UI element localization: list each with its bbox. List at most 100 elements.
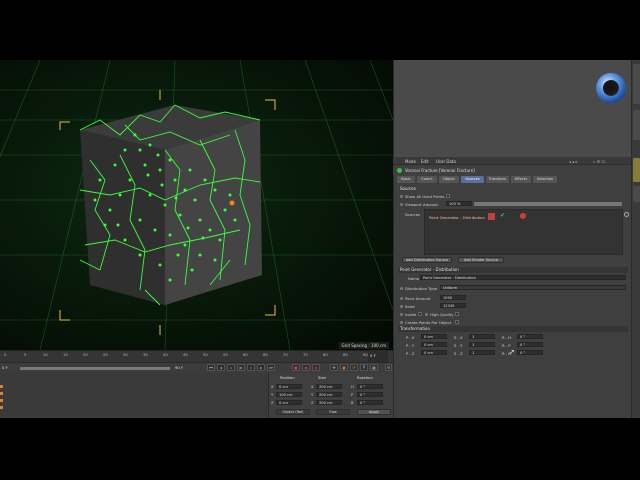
vtab-attributes[interactable] — [633, 158, 640, 182]
size-y-field[interactable]: 200 cm — [316, 392, 342, 397]
next-key-icon[interactable]: ▸ — [257, 364, 265, 371]
anim-dot[interactable] — [400, 297, 403, 300]
material-manager[interactable] — [0, 373, 268, 418]
coordinate-mode-select[interactable]: Object (Rel) — [276, 409, 310, 415]
attribute-menubar: Mode Edit User Data ◂ ▴ ▸ ⌕ ⚙ ⊡ — [393, 157, 631, 165]
show-all-used-points-checkbox[interactable] — [446, 194, 450, 198]
viewport-3d[interactable]: Grid Spacing : 100 cm — [0, 60, 393, 350]
pz-field[interactable]: 0 cm — [421, 350, 447, 355]
material-swatch[interactable] — [0, 399, 3, 402]
voronoi-fracture-icon — [397, 168, 402, 173]
tab-object[interactable]: Object — [439, 176, 459, 183]
viewport-amount-field[interactable]: 100 % — [446, 201, 472, 206]
next-frame-icon[interactable]: ▹ — [247, 364, 255, 371]
rp-field[interactable]: 0 ° — [517, 342, 543, 347]
py-field[interactable]: 0 cm — [421, 342, 447, 347]
rotate-key-icon[interactable]: ⟳ — [350, 364, 358, 371]
anim-dot[interactable] — [400, 305, 403, 308]
pos-x-field[interactable]: 0 cm — [276, 384, 302, 389]
timeline-ruler[interactable]: 0 5 10 15 20 25 30 35 40 45 50 55 60 65 … — [0, 350, 393, 362]
position-header: Position — [280, 375, 295, 380]
source-item-label[interactable]: Point Generator - Distribution — [429, 215, 485, 220]
seed-field[interactable]: 12345 — [440, 303, 466, 308]
vtab-layers[interactable] — [633, 186, 640, 202]
play-icon[interactable]: ▶ — [237, 364, 245, 371]
rotation-header: Rotation — [357, 375, 373, 380]
create-points-checkbox[interactable] — [455, 320, 459, 324]
vtab-content-browser[interactable] — [633, 110, 640, 140]
tab-transform[interactable]: Transform — [486, 176, 509, 183]
prev-frame-icon[interactable]: ◃ — [227, 364, 235, 371]
anim-dot[interactable] — [400, 321, 403, 324]
tick-label: 30 — [123, 352, 128, 357]
nav-arrows-icon[interactable]: ◂ ▴ ▸ — [569, 159, 578, 164]
size-y-label: Y — [311, 393, 314, 397]
rh-field[interactable]: 0 ° — [517, 334, 543, 339]
tab-selection[interactable]: Selection — [533, 176, 557, 183]
menu-mode[interactable]: Mode — [405, 159, 416, 164]
size-z-field[interactable]: 200 cm — [316, 400, 342, 405]
material-swatch[interactable] — [0, 406, 3, 409]
param-key-icon[interactable]: P — [360, 364, 368, 371]
tick-label: 40 — [163, 352, 168, 357]
anim-dot[interactable] — [400, 203, 403, 206]
frame-range-slider[interactable] — [20, 367, 170, 370]
viewport-amount-slider[interactable] — [474, 202, 622, 206]
autokey-icon[interactable]: ◉ — [302, 364, 310, 371]
source-tag-icon — [520, 213, 526, 219]
pla-key-icon[interactable]: ▦ — [370, 364, 378, 371]
add-shader-source-button[interactable]: Add Shader Source — [458, 257, 504, 263]
pos-z-label: Z — [271, 401, 274, 405]
scale-key-icon[interactable]: ▣ — [340, 364, 348, 371]
size-x-field[interactable]: 200 cm — [316, 384, 342, 389]
record-icon[interactable]: ● — [292, 364, 300, 371]
tab-sources[interactable]: Sources — [461, 176, 484, 183]
anim-dot[interactable] — [400, 287, 403, 290]
move-key-icon[interactable]: ✥ — [330, 364, 338, 371]
object-manager-panel[interactable] — [393, 60, 631, 157]
rot-b-field[interactable]: 0 ° — [357, 400, 383, 405]
object-axis-handle[interactable] — [229, 200, 235, 206]
distribution-type-select[interactable]: Uniform — [440, 285, 626, 290]
sy-field[interactable]: 1 — [469, 342, 495, 347]
pos-y-field[interactable]: 100 cm — [276, 392, 302, 397]
anim-dot[interactable] — [425, 313, 428, 316]
go-to-start-icon[interactable]: ⏮ — [207, 364, 215, 371]
rot-p-field[interactable]: 0 ° — [357, 392, 383, 397]
anim-dot[interactable] — [400, 313, 403, 316]
add-distribution-source-button[interactable]: Add Distribution Source — [402, 257, 452, 263]
tab-basic[interactable]: Basic — [397, 176, 415, 183]
start-frame-field[interactable]: 0 F — [2, 365, 8, 370]
search-icon[interactable]: ⌕ ⚙ ⊡ — [593, 159, 605, 164]
keyframe-selection-icon[interactable]: ◎ — [312, 364, 320, 371]
timeline-menu-icon[interactable]: ☰ — [385, 364, 392, 371]
size-mode-select[interactable]: Size — [316, 409, 350, 415]
menu-user-data[interactable]: User Data — [436, 159, 456, 164]
anim-dot[interactable] — [400, 195, 403, 198]
current-frame-display[interactable]: 0 F — [368, 350, 388, 362]
name-field[interactable]: Point Generator - Distribution — [420, 275, 626, 280]
tab-effects[interactable]: Effects — [511, 176, 531, 183]
point-amount-field[interactable]: 1000 — [440, 295, 466, 300]
point-generator-section-title: Point Generator - Distribution — [398, 267, 628, 273]
rot-h-field[interactable]: 0 ° — [357, 384, 383, 389]
tab-coord[interactable]: Coord. — [417, 176, 437, 183]
end-frame-field[interactable]: 90 F — [175, 365, 183, 370]
high-quality-checkbox[interactable] — [455, 312, 459, 316]
vtab-objects[interactable] — [633, 64, 640, 104]
go-to-end-icon[interactable]: ⏭ — [267, 364, 275, 371]
prev-key-icon[interactable]: ◂ — [217, 364, 225, 371]
rb-field[interactable]: 0 ° — [517, 350, 543, 355]
inside-checkbox[interactable] — [418, 312, 422, 316]
sources-list[interactable]: Point Generator - Distribution ✔ — [424, 209, 623, 255]
sources-remove-icon[interactable] — [624, 212, 629, 217]
enabled-check-icon[interactable]: ✔ — [500, 212, 505, 219]
material-swatch[interactable] — [0, 385, 3, 388]
apply-button[interactable]: Apply — [357, 409, 391, 415]
sx-field[interactable]: 1 — [469, 334, 495, 339]
material-swatch[interactable] — [0, 392, 3, 395]
pos-z-field[interactable]: 0 cm — [276, 400, 302, 405]
sz-field[interactable]: 1 — [469, 350, 495, 355]
px-field[interactable]: 0 cm — [421, 334, 447, 339]
menu-edit[interactable]: Edit — [421, 159, 429, 164]
